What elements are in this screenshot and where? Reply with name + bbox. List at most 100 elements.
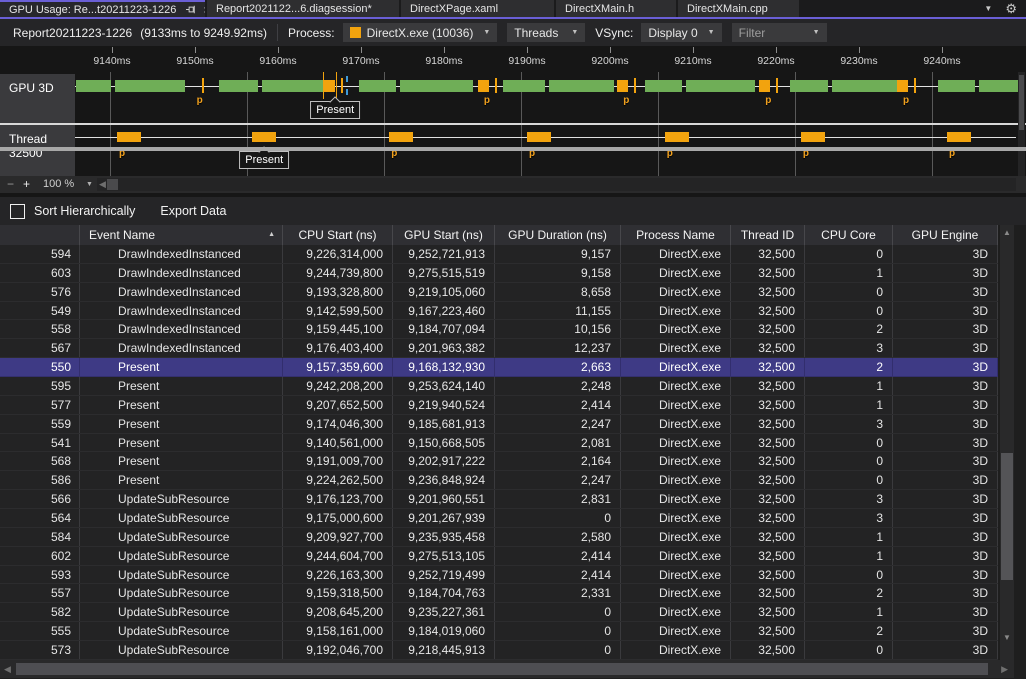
gpu-busy-segment[interactable]: [115, 80, 185, 92]
close-icon[interactable]: ×: [203, 5, 205, 15]
sort-hierarchically-checkbox[interactable]: [10, 204, 25, 219]
table-cell: 9,252,719,499: [393, 566, 495, 584]
zoom-level-value[interactable]: 100 %: [43, 178, 74, 190]
gpu-busy-segment[interactable]: [549, 80, 614, 92]
table-row[interactable]: 577Present9,207,652,5009,219,940,5242,41…: [0, 396, 998, 415]
gpu-busy-segment[interactable]: [979, 80, 1020, 92]
zoom-out-button[interactable]: −: [7, 177, 14, 191]
timeline-vertical-scrollbar[interactable]: [1018, 72, 1025, 176]
present-marker[interactable]: [617, 80, 628, 92]
thread-present-bar[interactable]: [801, 132, 825, 142]
table-row[interactable]: 586Present9,224,262,5009,236,848,9242,24…: [0, 471, 998, 490]
process-dropdown[interactable]: DirectX.exe (10036) ▼: [343, 23, 498, 42]
gear-icon[interactable]: ⚙: [1005, 1, 1017, 17]
table-row[interactable]: 582UpdateSubResource9,208,645,2009,235,2…: [0, 603, 998, 622]
table-row[interactable]: 584UpdateSubResource9,209,927,7009,235,9…: [0, 528, 998, 547]
zoom-level-chevron-icon[interactable]: ▼: [86, 181, 93, 188]
table-row[interactable]: 564UpdateSubResource9,175,000,6009,201,2…: [0, 509, 998, 528]
threads-dropdown[interactable]: Threads ▼: [507, 23, 585, 42]
present-marker[interactable]: [759, 80, 770, 92]
document-tab[interactable]: DirectXMain.cpp: [678, 0, 799, 17]
gpu-busy-segment[interactable]: [359, 80, 396, 92]
thread-present-bar[interactable]: [527, 132, 551, 142]
scroll-left-icon[interactable]: ◀: [4, 664, 11, 675]
document-tab[interactable]: Report2021122...6.diagsession*: [207, 0, 399, 17]
column-header[interactable]: GPU Start (ns): [393, 225, 495, 245]
table-horizontal-scrollbar[interactable]: ◀ ▶: [0, 660, 1014, 678]
column-header[interactable]: Thread ID: [731, 225, 805, 245]
table-row[interactable]: 594DrawIndexedInstanced9,226,314,0009,25…: [0, 245, 998, 264]
table-cell: DirectX.exe: [621, 245, 731, 263]
gpu-busy-segment[interactable]: [76, 80, 111, 92]
document-tab[interactable]: DirectXMain.h: [556, 0, 676, 17]
tab-list-chevron-icon[interactable]: ▼: [984, 4, 992, 13]
scroll-left-icon[interactable]: ◀: [99, 179, 106, 190]
table-row[interactable]: 558DrawIndexedInstanced9,159,445,1009,18…: [0, 320, 998, 339]
column-header[interactable]: CPU Start (ns): [283, 225, 393, 245]
table-vertical-scrollbar[interactable]: ▲ ▼: [1000, 225, 1014, 660]
thread-present-bar[interactable]: [252, 132, 276, 142]
table-row[interactable]: 602UpdateSubResource9,244,604,7009,275,5…: [0, 547, 998, 566]
table-row[interactable]: 595Present9,242,208,2009,253,624,1402,24…: [0, 377, 998, 396]
table-row[interactable]: 593UpdateSubResource9,226,163,3009,252,7…: [0, 566, 998, 585]
export-data-button[interactable]: Export Data: [160, 204, 226, 218]
table-hscroll-thumb[interactable]: [16, 663, 988, 675]
table-row[interactable]: 557UpdateSubResource9,159,318,5009,184,7…: [0, 584, 998, 603]
thread-present-bar[interactable]: [947, 132, 971, 142]
present-tick[interactable]: [634, 78, 636, 93]
present-marker[interactable]: [324, 80, 335, 92]
table-row[interactable]: 566UpdateSubResource9,176,123,7009,201,9…: [0, 490, 998, 509]
gpu-busy-segment[interactable]: [790, 80, 828, 92]
table-vscroll-thumb[interactable]: [1001, 453, 1013, 580]
column-header[interactable]: GPU Duration (ns): [495, 225, 621, 245]
gpu-busy-segment[interactable]: [832, 80, 900, 92]
document-tab[interactable]: GPU Usage: Re...t20211223-1226×: [0, 0, 205, 17]
gpu-busy-segment[interactable]: [503, 80, 545, 92]
column-header[interactable]: Process Name: [621, 225, 731, 245]
table-row[interactable]: 549DrawIndexedInstanced9,142,599,5009,16…: [0, 302, 998, 321]
present-tick[interactable]: [776, 78, 778, 93]
column-header[interactable]: GPU Engine: [893, 225, 998, 245]
column-header[interactable]: Event Name▲: [80, 225, 283, 245]
table-cell: 9,236,848,924: [393, 471, 495, 489]
thread-present-bar[interactable]: [117, 132, 141, 142]
table-row[interactable]: 573UpdateSubResource9,192,046,7009,218,4…: [0, 641, 998, 660]
table-row[interactable]: 576DrawIndexedInstanced9,193,328,8009,21…: [0, 283, 998, 302]
scroll-right-icon[interactable]: ▶: [1001, 664, 1008, 675]
table-row[interactable]: 550Present9,157,359,6009,168,132,9302,66…: [0, 358, 998, 377]
table-row[interactable]: 567DrawIndexedInstanced9,176,403,4009,20…: [0, 339, 998, 358]
present-marker[interactable]: [478, 80, 489, 92]
timeline-scrollbar-thumb[interactable]: [107, 179, 118, 190]
thread-present-bar[interactable]: [389, 132, 413, 142]
timeline-horizontal-scrollbar[interactable]: ◀: [97, 178, 1016, 191]
gpu-busy-segment[interactable]: [262, 80, 328, 92]
present-tick[interactable]: [202, 78, 204, 93]
gpu-busy-segment[interactable]: [686, 80, 755, 92]
table-row[interactable]: 555UpdateSubResource9,158,161,0009,184,0…: [0, 622, 998, 641]
scroll-up-icon[interactable]: ▲: [1003, 228, 1011, 237]
column-header[interactable]: CPU Core: [805, 225, 893, 245]
table-row[interactable]: 541Present9,140,561,0009,150,668,5052,08…: [0, 434, 998, 453]
gpu-busy-segment[interactable]: [645, 80, 682, 92]
present-tick[interactable]: [341, 78, 343, 93]
zoom-in-button[interactable]: +: [23, 177, 30, 191]
present-tick[interactable]: [495, 78, 497, 93]
timeline-vscroll-thumb[interactable]: [1019, 75, 1024, 130]
thread-present-bar[interactable]: [665, 132, 689, 142]
table-row[interactable]: 603DrawIndexedInstanced9,244,739,8009,27…: [0, 264, 998, 283]
gpu-busy-segment[interactable]: [219, 80, 258, 92]
column-header[interactable]: [0, 225, 80, 245]
scroll-down-icon[interactable]: ▼: [1003, 633, 1011, 642]
gpu-busy-segment[interactable]: [400, 80, 473, 92]
table-row[interactable]: 568Present9,191,009,7009,202,917,2222,16…: [0, 452, 998, 471]
document-tab[interactable]: DirectXPage.xaml: [401, 0, 554, 17]
vsync-dropdown[interactable]: Display 0 ▼: [641, 23, 721, 42]
present-marker[interactable]: [897, 80, 908, 92]
table-row[interactable]: 559Present9,174,046,3009,185,681,9132,24…: [0, 415, 998, 434]
pin-icon[interactable]: [185, 4, 196, 15]
gpu-busy-segment[interactable]: [938, 80, 975, 92]
tab-label: Report2021122...6.diagsession*: [216, 3, 372, 15]
present-tick[interactable]: [914, 78, 916, 93]
pane-splitter[interactable]: [0, 147, 1026, 151]
filter-input[interactable]: Filter ▼: [732, 23, 827, 42]
